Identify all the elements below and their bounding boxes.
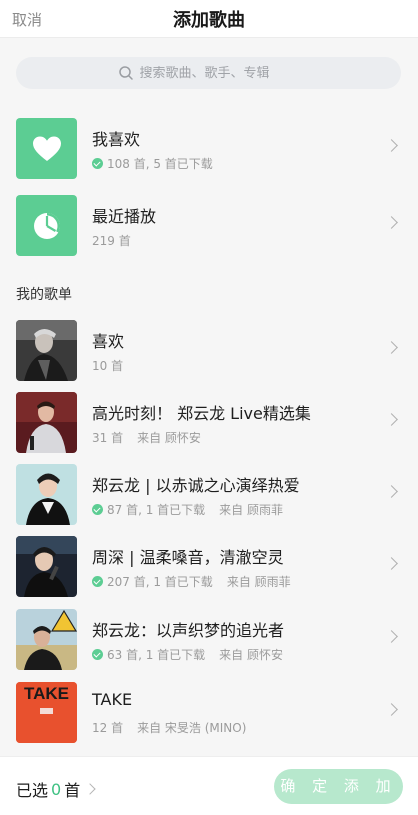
header: 取消 添加歌曲 bbox=[0, 0, 418, 38]
list-item-liked[interactable]: 我喜欢 108 首, 5 首已下载 bbox=[16, 118, 408, 180]
page-title: 添加歌曲 bbox=[173, 10, 245, 31]
list-item-name: 高光时刻！ 郑云龙 Live精选集 bbox=[92, 404, 311, 423]
playlist-cover bbox=[16, 392, 77, 453]
list-item-name: 喜欢 bbox=[92, 332, 125, 351]
selected-count[interactable]: 已选 0 首 bbox=[16, 777, 96, 801]
downloaded-check-icon bbox=[92, 576, 103, 587]
liked-cover bbox=[16, 118, 77, 179]
chevron-right-icon bbox=[385, 703, 398, 716]
chevron-right-icon bbox=[385, 216, 398, 229]
downloaded-check-icon bbox=[92, 649, 103, 660]
list-item-name: 周深 | 温柔嗓音，清澈空灵 bbox=[92, 548, 284, 567]
cover-title-text: TAKE bbox=[24, 684, 69, 703]
clock-icon bbox=[33, 212, 60, 239]
track-count: 87 首, 1 首已下载 bbox=[107, 503, 206, 517]
track-count: 63 首, 1 首已下载 bbox=[107, 648, 206, 662]
playlist-cover: TAKE bbox=[16, 682, 77, 743]
list-item-meta: 87 首, 1 首已下载 来自 顾雨菲 bbox=[92, 501, 283, 518]
track-count: 31 首 bbox=[92, 431, 124, 445]
list-item-name: 郑云龙 | 以赤诚之心演绎热爱 bbox=[92, 476, 300, 495]
chevron-right-icon bbox=[385, 341, 398, 354]
chevron-right-icon bbox=[385, 557, 398, 570]
playlist-item[interactable]: 郑云龙 | 以赤诚之心演绎热爱 87 首, 1 首已下载 来自 顾雨菲 bbox=[16, 464, 408, 526]
list-item-name: 最近播放 bbox=[92, 207, 157, 226]
list-item-meta: 10 首 bbox=[92, 357, 123, 374]
downloaded-check-icon bbox=[92, 504, 103, 515]
list-item-name: 我喜欢 bbox=[92, 130, 141, 149]
playlist-cover bbox=[16, 320, 77, 381]
playlist-cover bbox=[16, 464, 77, 525]
list-item-meta: 63 首, 1 首已下载 来自 顾怀安 bbox=[92, 646, 283, 663]
portrait-image bbox=[16, 392, 77, 453]
playlist-source: 来自 宋旻浩 (MINO) bbox=[137, 721, 247, 735]
playlist-item[interactable]: 喜欢 10 首 bbox=[16, 320, 408, 382]
playlist-source: 来自 顾雨菲 bbox=[226, 575, 291, 589]
search-icon bbox=[118, 66, 133, 80]
playlist-source: 来自 顾怀安 bbox=[219, 648, 283, 662]
track-count: 108 首, 5 首已下载 bbox=[107, 157, 213, 171]
album-cover-image: TAKE bbox=[16, 682, 77, 743]
list-item-meta: 207 首, 1 首已下载 来自 顾雨菲 bbox=[92, 573, 291, 590]
section-title: 我的歌单 bbox=[16, 287, 72, 303]
selected-suffix: 首 bbox=[64, 781, 81, 800]
chevron-right-icon bbox=[84, 783, 96, 795]
portrait-image bbox=[16, 536, 77, 597]
playlist-cover bbox=[16, 536, 77, 597]
track-count: 219 首 bbox=[92, 234, 131, 248]
portrait-image bbox=[16, 609, 77, 670]
list-item-meta: 31 首 来自 顾怀安 bbox=[92, 429, 201, 446]
track-count: 12 首 bbox=[92, 721, 124, 735]
list-item-meta: 219 首 bbox=[92, 232, 131, 249]
footer-bar: 已选 0 首 确 定 添 加 bbox=[0, 756, 418, 815]
chevron-right-icon bbox=[385, 139, 398, 152]
portrait-image bbox=[16, 464, 77, 525]
playlist-item[interactable]: TAKE TAKE 12 首 来自 宋旻浩 (MINO) bbox=[16, 682, 408, 744]
confirm-add-button[interactable]: 确 定 添 加 bbox=[274, 769, 403, 804]
track-count: 10 首 bbox=[92, 359, 124, 373]
playlist-source: 来自 顾雨菲 bbox=[219, 503, 283, 517]
list-item-meta: 108 首, 5 首已下载 bbox=[92, 155, 213, 172]
recent-cover bbox=[16, 195, 77, 256]
selected-prefix: 已选 bbox=[16, 781, 49, 800]
chevron-right-icon bbox=[385, 630, 398, 643]
playlist-item[interactable]: 郑云龙：以声织梦的追光者 63 首, 1 首已下载 来自 顾怀安 bbox=[16, 609, 408, 671]
playlist-item[interactable]: 高光时刻！ 郑云龙 Live精选集 31 首 来自 顾怀安 bbox=[16, 392, 408, 454]
playlist-item[interactable]: 周深 | 温柔嗓音，清澈空灵 207 首, 1 首已下载 来自 顾雨菲 bbox=[16, 536, 408, 598]
list-item-name: TAKE bbox=[92, 690, 133, 709]
track-count: 207 首, 1 首已下载 bbox=[107, 575, 213, 589]
heart-icon bbox=[32, 136, 61, 161]
chevron-right-icon bbox=[385, 413, 398, 426]
search-bar[interactable] bbox=[16, 57, 401, 89]
selected-number: 0 bbox=[51, 779, 62, 799]
portrait-image bbox=[16, 320, 77, 381]
chevron-right-icon bbox=[385, 485, 398, 498]
playlist-source: 来自 顾怀安 bbox=[137, 431, 201, 445]
search-input[interactable] bbox=[139, 65, 300, 81]
list-item-name: 郑云龙：以声织梦的追光者 bbox=[92, 621, 285, 640]
list-item-recent[interactable]: 最近播放 219 首 bbox=[16, 195, 408, 257]
playlist-cover bbox=[16, 609, 77, 670]
list-item-meta: 12 首 来自 宋旻浩 (MINO) bbox=[92, 719, 246, 736]
downloaded-check-icon bbox=[92, 158, 103, 169]
